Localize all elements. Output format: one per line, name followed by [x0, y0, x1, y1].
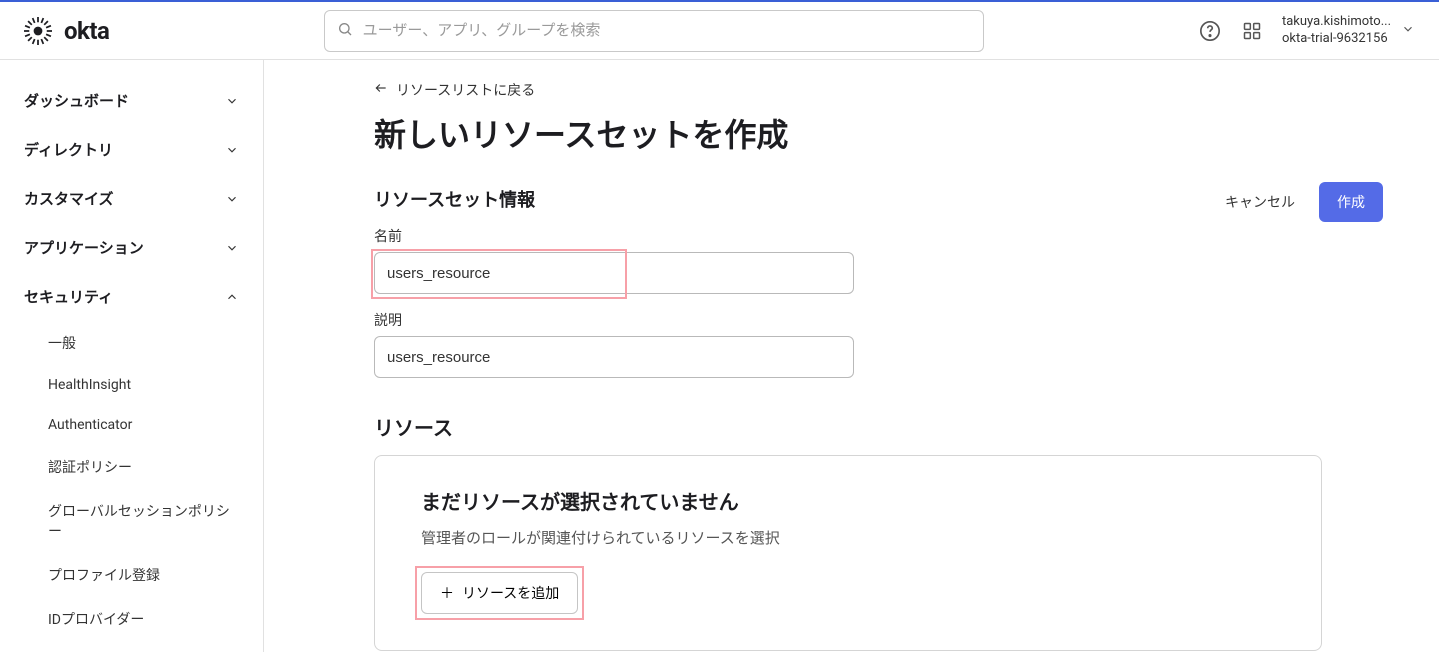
brand-name: okta	[64, 17, 109, 45]
description-label: 説明	[374, 310, 1225, 330]
sidebar-sub-general[interactable]: 一般	[0, 321, 263, 365]
name-input[interactable]	[374, 252, 854, 294]
top-header: okta takuya.kishimoto... okta-trial-9632…	[0, 0, 1439, 60]
arrow-left-icon	[374, 81, 388, 99]
content-area: リソースリストに戻る 新しいリソースセットを作成 リソースセット情報 名前 説明…	[264, 60, 1439, 652]
plus-icon: ＋	[440, 583, 454, 603]
apps-grid-icon[interactable]	[1240, 19, 1264, 43]
user-menu[interactable]: takuya.kishimoto... okta-trial-9632156	[1282, 14, 1415, 48]
sidebar-sub-id-providers[interactable]: IDプロバイダー	[0, 597, 263, 641]
sidebar: ダッシュボード ディレクトリ カスタマイズ アプリケーション セキュリティ 一般…	[0, 60, 264, 652]
add-resource-label: リソースを追加	[462, 583, 559, 603]
sidebar-sub-authenticator[interactable]: Authenticator	[0, 405, 263, 445]
chevron-down-icon	[225, 94, 239, 108]
sidebar-sub-global-session-policy[interactable]: グローバルセッションポリシー	[0, 489, 263, 553]
sidebar-item-label: カスタマイズ	[24, 188, 114, 209]
section-resource-heading: リソース	[374, 412, 1383, 441]
sidebar-item-applications[interactable]: アプリケーション	[0, 223, 263, 272]
okta-emblem-icon	[24, 17, 52, 45]
search-box[interactable]	[324, 10, 984, 52]
sidebar-item-customize[interactable]: カスタマイズ	[0, 174, 263, 223]
chevron-up-icon	[225, 290, 239, 304]
user-org: okta-trial-9632156	[1282, 31, 1391, 48]
brand-logo[interactable]: okta	[24, 17, 109, 45]
resource-empty-card: まだリソースが選択されていません 管理者のロールが関連付けられているリソースを選…	[374, 455, 1322, 651]
action-buttons: キャンセル 作成	[1225, 182, 1383, 222]
sidebar-sub-healthinsight[interactable]: HealthInsight	[0, 365, 263, 405]
sidebar-item-label: アプリケーション	[24, 237, 144, 258]
user-name: takuya.kishimoto...	[1282, 14, 1391, 31]
sidebar-item-label: ディレクトリ	[24, 139, 113, 160]
back-link[interactable]: リソースリストに戻る	[374, 80, 535, 100]
sidebar-item-directory[interactable]: ディレクトリ	[0, 125, 263, 174]
chevron-down-icon	[225, 241, 239, 255]
create-button[interactable]: 作成	[1319, 182, 1383, 222]
empty-description: 管理者のロールが関連付けられているリソースを選択	[421, 527, 1275, 548]
back-link-label: リソースリストに戻る	[396, 80, 535, 100]
user-text: takuya.kishimoto... okta-trial-9632156	[1282, 14, 1391, 48]
description-input[interactable]	[374, 336, 854, 378]
cancel-button[interactable]: キャンセル	[1225, 192, 1295, 212]
chevron-down-icon	[225, 192, 239, 206]
search-container	[109, 10, 1198, 52]
name-label: 名前	[374, 226, 1225, 246]
sidebar-item-label: ダッシュボード	[24, 90, 129, 111]
main-layout: ダッシュボード ディレクトリ カスタマイズ アプリケーション セキュリティ 一般…	[0, 60, 1439, 652]
chevron-down-icon	[225, 143, 239, 157]
empty-title: まだリソースが選択されていません	[421, 486, 1275, 515]
page-title: 新しいリソースセットを作成	[374, 110, 1383, 156]
add-resource-button[interactable]: ＋ リソースを追加	[421, 572, 578, 614]
sidebar-item-security[interactable]: セキュリティ	[0, 272, 263, 321]
header-actions: takuya.kishimoto... okta-trial-9632156	[1198, 14, 1415, 48]
search-icon	[337, 21, 353, 41]
sidebar-item-label: セキュリティ	[24, 286, 113, 307]
sidebar-sub-profile-enrollment[interactable]: プロファイル登録	[0, 553, 263, 597]
section-info-heading: リソースセット情報	[374, 186, 1225, 212]
help-icon[interactable]	[1198, 19, 1222, 43]
chevron-down-icon	[1401, 21, 1415, 40]
search-input[interactable]	[363, 22, 971, 39]
sidebar-sub-auth-policy[interactable]: 認証ポリシー	[0, 445, 263, 489]
sidebar-item-dashboard[interactable]: ダッシュボード	[0, 76, 263, 125]
